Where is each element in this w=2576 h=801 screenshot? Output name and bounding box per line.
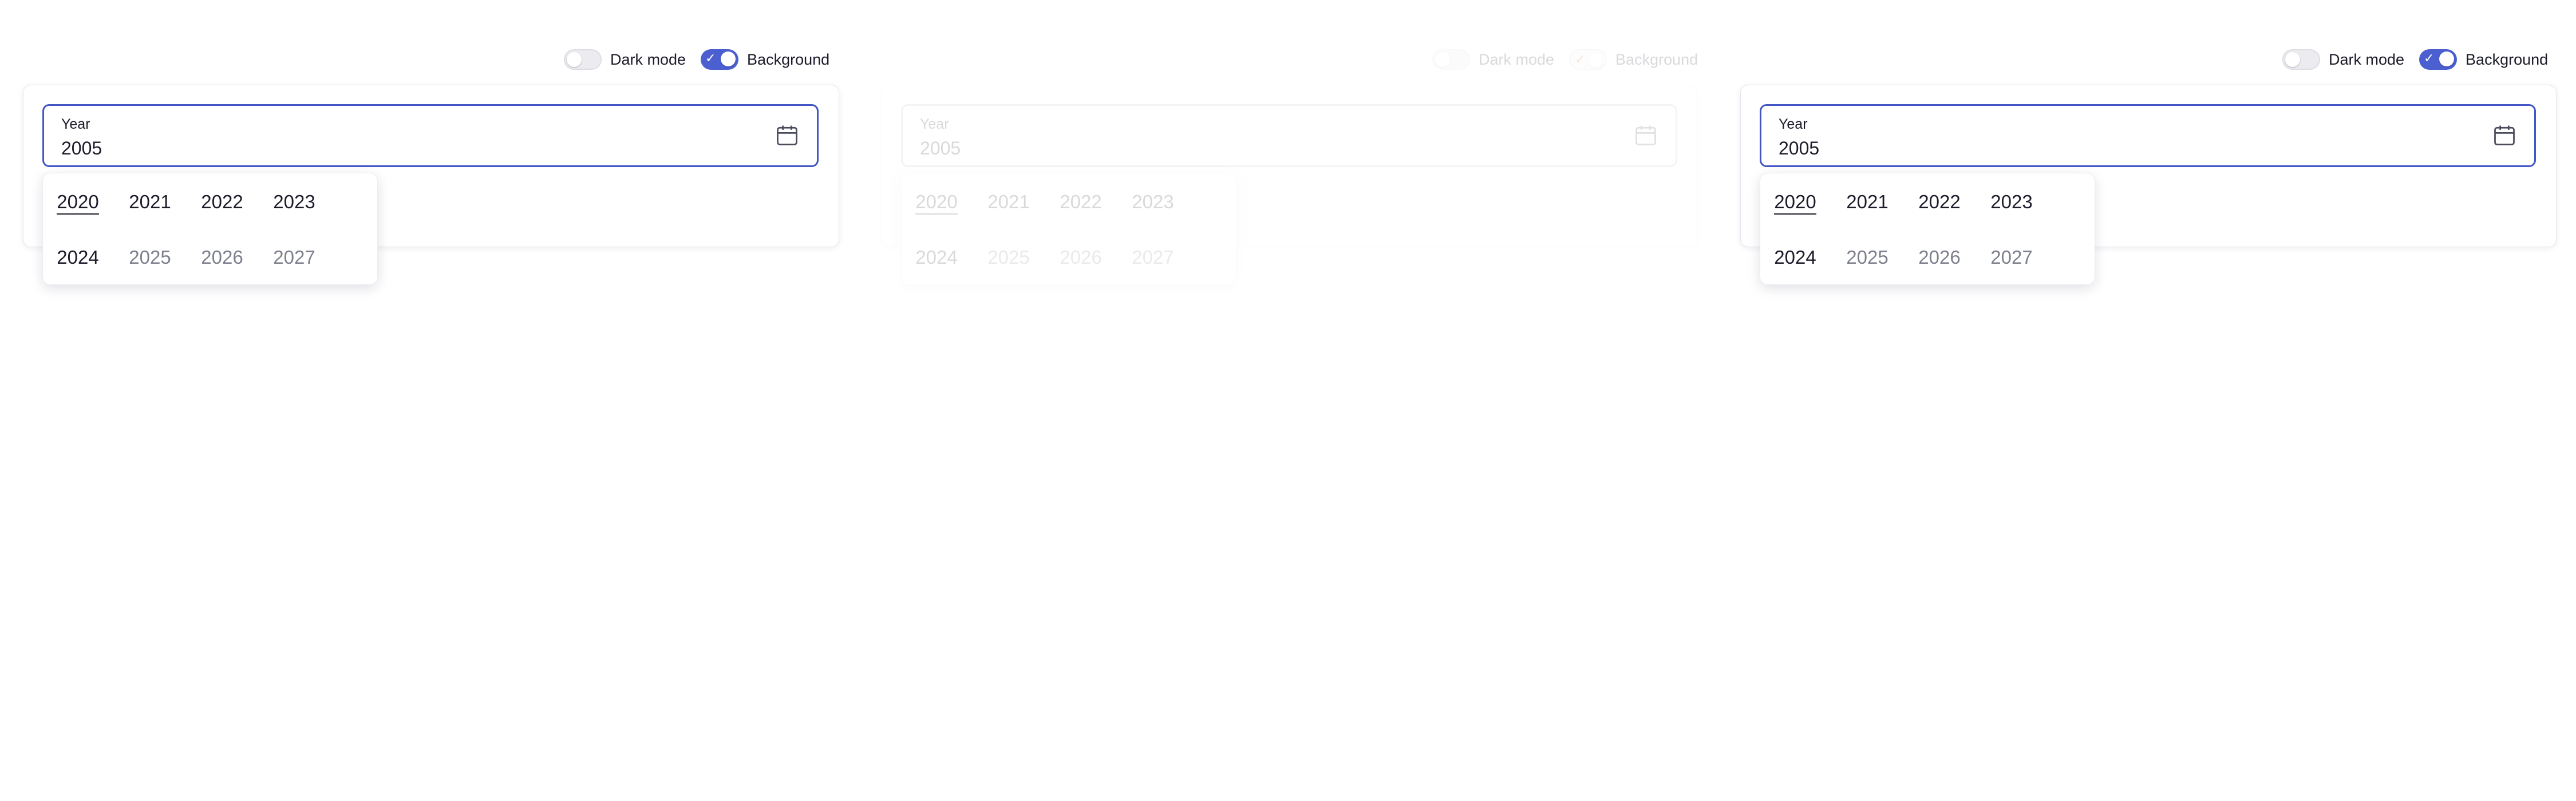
dark-mode-switch[interactable] bbox=[1432, 49, 1470, 70]
year-option-disabled: 2027 bbox=[273, 247, 315, 268]
dark-mode-toggle-group[interactable]: Dark mode bbox=[564, 49, 686, 70]
year-input-value[interactable]: 2005 bbox=[1779, 138, 1819, 159]
calendar-icon[interactable] bbox=[2492, 123, 2517, 148]
year-option-disabled: 2025 bbox=[1846, 247, 1888, 268]
background-label: Background bbox=[1615, 50, 1698, 68]
year-input[interactable]: Year 2005 bbox=[42, 104, 819, 167]
year-picker-dropdown: 2020 2021 2022 2023 2024 2025 2026 2027 bbox=[42, 173, 378, 285]
year-input[interactable]: Year 2005 bbox=[901, 104, 1677, 167]
year-option[interactable]: 2024 bbox=[46, 243, 109, 272]
check-icon: ✓ bbox=[705, 51, 716, 66]
year-option-disabled: 2027 bbox=[1990, 247, 2033, 268]
year-option[interactable]: 2022 bbox=[1908, 188, 1971, 216]
dark-mode-label: Dark mode bbox=[2329, 50, 2405, 68]
calendar-icon[interactable] bbox=[1633, 123, 1658, 148]
check-icon: ✓ bbox=[2424, 51, 2435, 66]
year-option[interactable]: 2023 bbox=[1980, 188, 2043, 216]
switch-knob bbox=[721, 51, 736, 66]
background-label: Background bbox=[2466, 50, 2549, 68]
year-picker-dropdown: 2020 2021 2022 2023 2024 2025 2026 2027 bbox=[901, 173, 1236, 285]
year-option-disabled: 2025 bbox=[129, 247, 171, 268]
year-option-disabled: 2025 bbox=[987, 247, 1030, 268]
switch-knob bbox=[567, 52, 582, 67]
year-option[interactable]: 2022 bbox=[191, 188, 254, 216]
background-switch[interactable]: ✓ bbox=[1569, 49, 1607, 70]
year-option[interactable]: 2023 bbox=[263, 188, 326, 216]
year-option[interactable]: 2021 bbox=[977, 188, 1040, 216]
switch-knob bbox=[2439, 51, 2455, 66]
year-option[interactable]: 2024 bbox=[1764, 243, 1827, 272]
switch-knob bbox=[1435, 52, 1450, 67]
controls-bar: Dark mode ✓ Background bbox=[564, 45, 829, 74]
year-option-disabled: 2027 bbox=[1132, 247, 1174, 268]
dark-mode-switch[interactable] bbox=[564, 49, 602, 70]
year-input-value[interactable]: 2005 bbox=[920, 138, 961, 159]
year-option-disabled: 2026 bbox=[1060, 247, 1102, 268]
dark-mode-label: Dark mode bbox=[1479, 50, 1555, 68]
switch-knob bbox=[1588, 53, 1603, 68]
year-input-value[interactable]: 2005 bbox=[61, 138, 102, 159]
year-option[interactable]: 2021 bbox=[118, 188, 181, 216]
year-input-label: Year bbox=[1779, 116, 1808, 132]
background-label: Background bbox=[747, 50, 830, 68]
background-toggle-group[interactable]: ✓ Background bbox=[2419, 49, 2548, 70]
dark-mode-toggle-group[interactable]: Dark mode bbox=[2282, 49, 2404, 70]
demo-panel-3: Dark mode ✓ Background Year 2005 2020 20… bbox=[1717, 0, 2576, 801]
year-option[interactable]: 2023 bbox=[1121, 188, 1184, 216]
background-toggle-group[interactable]: ✓ Background bbox=[1569, 49, 1698, 70]
year-option-disabled: 2026 bbox=[1918, 247, 1961, 268]
demo-panel-2: Dark mode ✓ Background Year 2005 2020 20… bbox=[859, 0, 1717, 801]
switch-knob bbox=[2285, 52, 2300, 67]
background-switch[interactable]: ✓ bbox=[701, 49, 739, 70]
year-picker-dropdown: 2020 2021 2022 2023 2024 2025 2026 2027 bbox=[1760, 173, 2095, 285]
year-input-label: Year bbox=[920, 116, 949, 132]
background-switch[interactable]: ✓ bbox=[2419, 49, 2458, 70]
year-input-label: Year bbox=[61, 116, 90, 132]
check-icon: ✓ bbox=[1575, 53, 1586, 67]
year-option[interactable]: 2021 bbox=[1836, 188, 1899, 216]
controls-bar: Dark mode ✓ Background bbox=[2282, 45, 2548, 74]
year-option[interactable]: 2020 bbox=[46, 188, 109, 216]
year-option[interactable]: 2020 bbox=[905, 188, 968, 216]
dark-mode-label: Dark mode bbox=[610, 50, 686, 68]
background-toggle-group[interactable]: ✓ Background bbox=[701, 49, 829, 70]
dark-mode-switch[interactable] bbox=[2282, 49, 2320, 70]
year-option[interactable]: 2022 bbox=[1049, 188, 1112, 216]
dark-mode-toggle-group[interactable]: Dark mode bbox=[1432, 49, 1554, 70]
year-input[interactable]: Year 2005 bbox=[1760, 104, 2536, 167]
year-option-disabled: 2026 bbox=[201, 247, 243, 268]
controls-bar: Dark mode ✓ Background bbox=[1432, 45, 1698, 74]
calendar-icon[interactable] bbox=[775, 123, 800, 148]
demo-panel-1: Dark mode ✓ Background Year 2005 2020 20… bbox=[0, 0, 859, 801]
year-option[interactable]: 2020 bbox=[1764, 188, 1827, 216]
year-option[interactable]: 2024 bbox=[905, 243, 968, 272]
